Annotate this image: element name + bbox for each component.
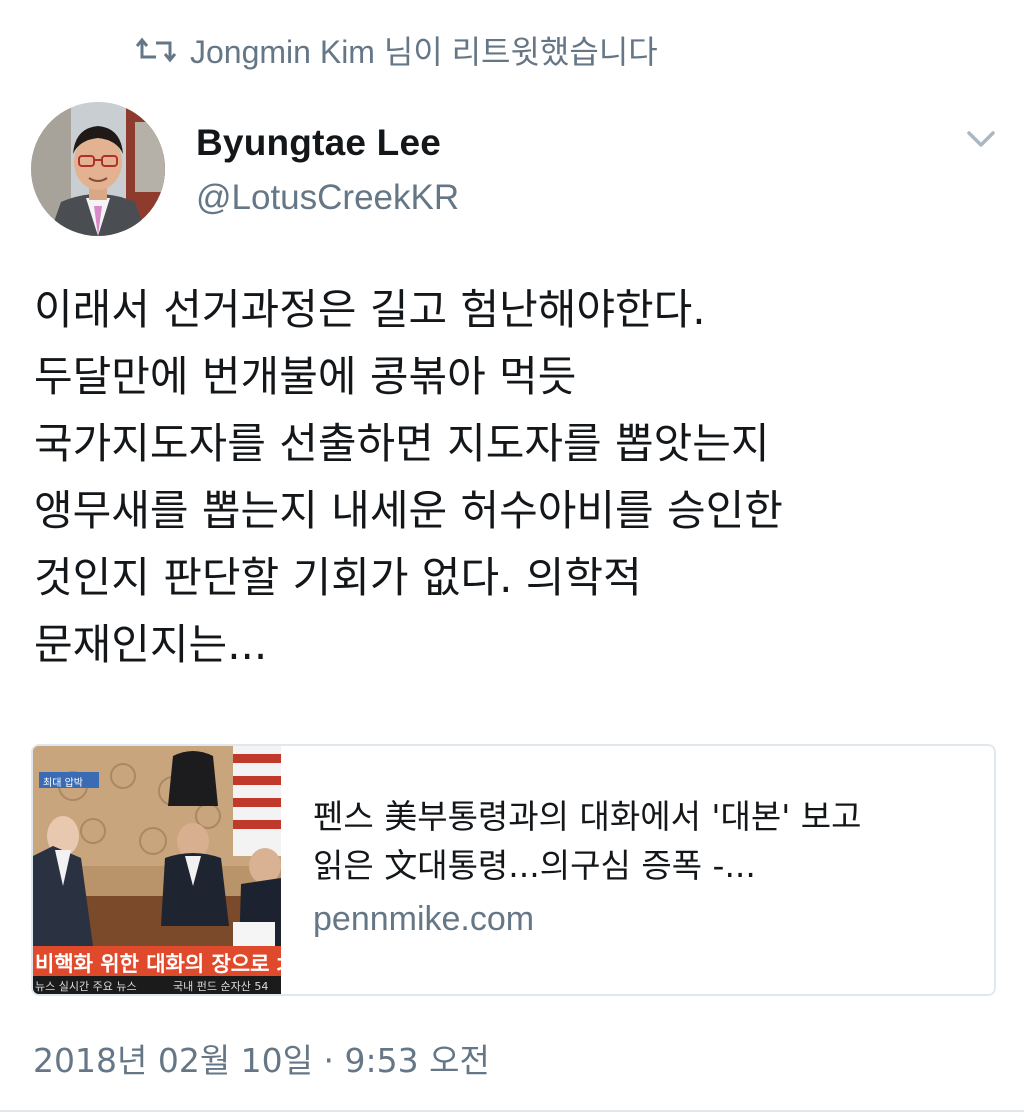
thumbnail-ticker-left: 뉴스 실시간 주요 뉴스 xyxy=(35,980,137,993)
tweet-line: 문재인지는... xyxy=(34,620,268,669)
tweet-line: 국가지도자를 선출하면 지도자를 뽑앗는지 xyxy=(34,419,770,468)
divider xyxy=(0,1110,1024,1112)
card-title-line: 펜스 美부통령과의 대화에서 '대본' 보고 xyxy=(313,797,862,836)
tweet-detail: Jongmin Kim 님이 리트윗했습니다 Byungtae Lee @Lot… xyxy=(0,0,1024,1114)
card-domain: pennmike.com xyxy=(313,900,535,938)
retweet-text: Jongmin Kim 님이 리트윗했습니다 xyxy=(190,34,658,70)
thumbnail-tag: 최대 압박 xyxy=(43,778,83,789)
retweet-icon xyxy=(135,35,177,65)
user-handle[interactable]: @LotusCreekKR xyxy=(196,178,459,218)
card-title[interactable]: 펜스 美부통령과의 대화에서 '대본' 보고 읽은 文대통령...의구심 증폭 … xyxy=(313,792,973,890)
card-thumbnail: 최대 압박 비핵화 위한 대화의 장으로 北 C 뉴스 실시간 주요 뉴스 국내… xyxy=(33,746,281,994)
avatar[interactable] xyxy=(31,102,165,236)
display-name[interactable]: Byungtae Lee xyxy=(196,122,441,164)
card-title-line: 읽은 文대통령...의구심 증폭 -... xyxy=(313,846,756,885)
link-preview-card[interactable]: 최대 압박 비핵화 위한 대화의 장으로 北 C 뉴스 실시간 주요 뉴스 국내… xyxy=(31,744,996,996)
tweet-text: 이래서 선거과정은 길고 험난해야한다. 두달만에 번개불에 콩볶아 먹듯 국가… xyxy=(34,276,1004,678)
chevron-down-icon[interactable] xyxy=(962,124,1000,154)
thumbnail-caption: 비핵화 위한 대화의 장으로 北 C xyxy=(35,952,281,976)
tweet-line: 이래서 선거과정은 길고 험난해야한다. xyxy=(34,285,706,334)
tweet-line: 것인지 판단할 기회가 없다. 의학적 xyxy=(34,553,642,602)
thumbnail-ticker-right: 국내 펀드 순자산 54 xyxy=(173,980,269,993)
tweet-line: 두달만에 번개불에 콩볶아 먹듯 xyxy=(34,352,577,401)
tweet-line: 앵무새를 뽑는지 내세운 허수아비를 승인한 xyxy=(34,486,783,535)
retweet-context[interactable]: Jongmin Kim 님이 리트윗했습니다 xyxy=(135,28,658,72)
tweet-timestamp[interactable]: 2018년 02월 10일 · 9:53 오전 xyxy=(33,1034,490,1082)
